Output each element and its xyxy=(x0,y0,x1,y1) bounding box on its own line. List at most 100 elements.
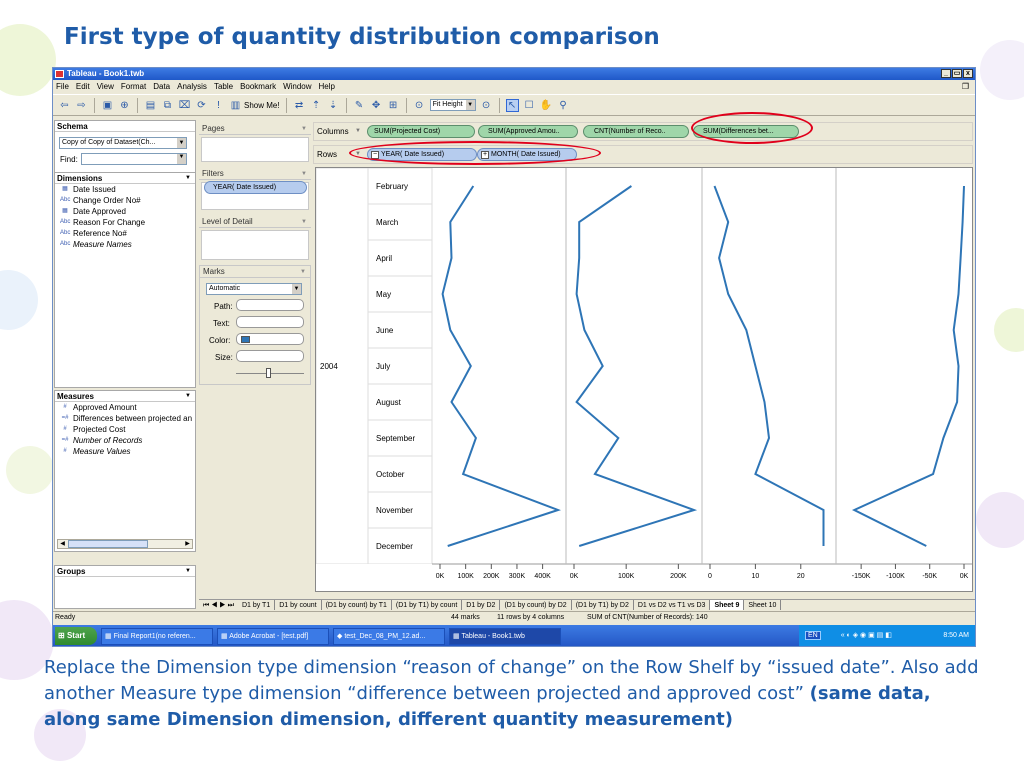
tray-icons[interactable]: « ◐ ◈ ◉ ▣ ▤ ◧ xyxy=(841,632,892,639)
pan-icon[interactable]: ✋ xyxy=(540,99,553,112)
column-pill-approved-amount[interactable]: SUM(Approved Amou.. xyxy=(478,125,578,138)
duplicate-sheet-icon[interactable]: ⧉ xyxy=(161,99,174,112)
close-button[interactable]: x xyxy=(963,69,973,78)
column-pill-projected-cost[interactable]: SUM(Projected Cost) xyxy=(367,125,475,138)
menu-edit[interactable]: Edit xyxy=(76,80,90,93)
tab-sheet-10[interactable]: Sheet 10 xyxy=(744,600,782,610)
chevron-down-icon: ▼ xyxy=(301,219,307,225)
group-icon[interactable]: ✥ xyxy=(370,99,383,112)
new-datasource-icon[interactable]: ⊕ xyxy=(118,99,131,112)
new-sheet-icon[interactable]: ▤ xyxy=(144,99,157,112)
scroll-left-icon[interactable]: ◀ xyxy=(58,540,67,548)
dimension-item[interactable]: ▦ Date Approved xyxy=(55,206,195,217)
calculated-measure-icon: =# xyxy=(61,437,69,443)
dimension-item[interactable]: Abc Reason For Change xyxy=(55,217,195,228)
date-icon: ▦ xyxy=(62,208,68,214)
menu-help[interactable]: Help xyxy=(319,80,335,93)
tab-sheet-9[interactable]: Sheet 9 xyxy=(710,600,745,610)
mark-type-select[interactable]: Automatic ▼ xyxy=(206,283,302,295)
forward-icon[interactable]: ⇨ xyxy=(75,99,88,112)
swap-icon[interactable]: ⇄ xyxy=(293,99,306,112)
dimension-item[interactable]: Abc Reference No# xyxy=(55,228,195,239)
taskbar-item-test[interactable]: ◆ test_Dec_08_PM_12.ad... xyxy=(333,627,445,645)
menu-data[interactable]: Data xyxy=(153,80,170,93)
measure-item[interactable]: # Measure Values xyxy=(55,446,195,457)
tab-d1-by-t1[interactable]: D1 by T1 xyxy=(238,600,276,610)
tab-nav-icons[interactable]: ⏮ ◀ ▶ ⏭ xyxy=(199,600,238,610)
menu-analysis[interactable]: Analysis xyxy=(177,80,207,93)
save-icon[interactable]: ▣ xyxy=(101,99,114,112)
menu-bookmark[interactable]: Bookmark xyxy=(240,80,276,93)
text-shelf[interactable] xyxy=(236,316,304,328)
menu-window[interactable]: Window xyxy=(283,80,311,93)
measure-item[interactable]: =# Differences between projected an xyxy=(55,413,195,424)
column-pill-number-of-records[interactable]: CNT(Number of Reco.. xyxy=(583,125,689,138)
axis-tick-label: 10 xyxy=(751,573,759,580)
run-update-icon[interactable]: ! xyxy=(212,99,225,112)
taskbar-item-tableau[interactable]: ▦ Tableau - Book1.twb xyxy=(449,627,561,645)
highlight-icon[interactable]: ✎ xyxy=(353,99,366,112)
sort-descending-icon[interactable]: ⇣ xyxy=(327,99,340,112)
scroll-thumb[interactable] xyxy=(68,540,148,548)
tab-d1-vs-d2-vs-t1-vs-d3[interactable]: D1 vs D2 vs T1 vs D3 xyxy=(634,600,711,610)
status-bar: Ready 44 marks 11 rows by 4 columns SUM … xyxy=(53,611,975,623)
pointer-icon[interactable]: ↖ xyxy=(505,98,519,112)
tab-d1t1-by-d2[interactable]: (D1 by T1) by D2 xyxy=(572,600,634,610)
menu-view[interactable]: View xyxy=(97,80,114,93)
auto-update-icon[interactable]: ⟳ xyxy=(195,99,208,112)
measures-header[interactable]: Measures ▼ xyxy=(55,391,195,402)
year-label: 2004 xyxy=(320,362,338,371)
zoom-icon[interactable]: ⚲ xyxy=(557,99,570,112)
menu-table[interactable]: Table xyxy=(214,80,233,93)
path-shelf[interactable] xyxy=(236,299,304,311)
taskbar-item-word[interactable]: ▦ Final Report1(no referen... xyxy=(101,627,213,645)
show-me-button[interactable]: ▥ Show Me! xyxy=(229,99,280,112)
tab-d1t1-by-count[interactable]: (D1 by T1) by count xyxy=(392,600,463,610)
start-button[interactable]: ⊞ Start xyxy=(55,627,97,645)
lasso-icon[interactable]: ☐ xyxy=(523,99,536,112)
measure-item[interactable]: # Projected Cost xyxy=(55,424,195,435)
scroll-right-icon[interactable]: ▶ xyxy=(183,540,192,548)
maximize-button[interactable]: ▭ xyxy=(952,69,962,78)
labels-icon[interactable]: ⊞ xyxy=(387,99,400,112)
language-indicator[interactable]: EN xyxy=(805,631,821,640)
color-shelf[interactable] xyxy=(236,333,304,345)
menu-format[interactable]: Format xyxy=(121,80,146,93)
filter-pill-year[interactable]: YEAR( Date Issued) xyxy=(204,181,307,194)
dimension-item[interactable]: Abc Measure Names xyxy=(55,239,195,250)
datasource-select[interactable]: Copy of Copy of Dataset(Ch... ▼ xyxy=(59,137,187,149)
horizontal-scrollbar[interactable]: ◀ ▶ xyxy=(57,539,193,549)
menu-file[interactable]: File xyxy=(56,80,69,93)
tab-d1-by-d2[interactable]: D1 by D2 xyxy=(462,600,501,610)
find-label: Find: xyxy=(60,155,78,164)
dimension-item[interactable]: Abc Change Order No# xyxy=(55,195,195,206)
clear-sheet-icon[interactable]: ⌧ xyxy=(178,99,191,112)
dimension-item[interactable]: ▦ Date Issued xyxy=(55,184,195,195)
size-slider-thumb[interactable] xyxy=(266,368,271,378)
size-icon[interactable]: ⊙ xyxy=(480,99,493,112)
size-slider[interactable] xyxy=(236,368,304,378)
dimensions-header[interactable]: Dimensions ▼ xyxy=(55,173,195,184)
minimize-button[interactable]: _ xyxy=(941,69,951,78)
highlight-oval-columns xyxy=(691,112,813,144)
measure-item[interactable]: # Approved Amount xyxy=(55,402,195,413)
measure-item[interactable]: =# Number of Records xyxy=(55,435,195,446)
line-chart[interactable]: 2004 February March April May June July August S… xyxy=(315,167,972,591)
sort-ascending-icon[interactable]: ⇡ xyxy=(310,99,323,112)
pages-shelf[interactable] xyxy=(201,137,309,162)
groups-header[interactable]: Groups ▼ xyxy=(55,566,195,577)
fit-select[interactable]: Fit Height ▼ xyxy=(429,99,476,111)
size-shelf[interactable] xyxy=(236,350,304,362)
back-icon[interactable]: ⇦ xyxy=(58,99,71,112)
tab-d1-by-count[interactable]: D1 by count xyxy=(275,600,322,610)
taskbar-item-acrobat[interactable]: ▦ Adobe Acrobat - [test.pdf] xyxy=(217,627,329,645)
level-of-detail-shelf[interactable] xyxy=(201,230,309,260)
find-input[interactable]: ▼ xyxy=(81,153,187,165)
tab-d1count-by-d2[interactable]: (D1 by count) by D2 xyxy=(500,600,572,610)
menu-bar: File Edit View Format Data Analysis Tabl… xyxy=(53,80,975,93)
tab-d1count-by-t1[interactable]: (D1 by count) by T1 xyxy=(322,600,392,610)
measure-icon: # xyxy=(63,426,67,432)
visualization-area[interactable]: 2004 February March April May June July August S… xyxy=(315,167,973,592)
mdi-restore-icon[interactable]: ❐ xyxy=(962,80,969,93)
axis-tick-label: 0 xyxy=(708,573,712,580)
